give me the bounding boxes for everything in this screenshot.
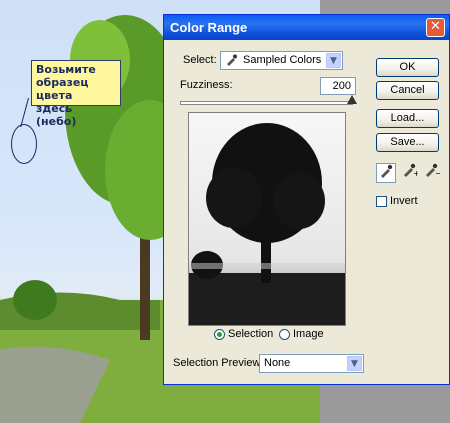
- note-line-2: образец цвета: [36, 76, 89, 102]
- fuzziness-label: Fuzziness:: [180, 79, 233, 91]
- fuzziness-slider-thumb[interactable]: [347, 95, 357, 104]
- svg-text:+: +: [413, 169, 418, 177]
- color-range-dialog: Color Range ✕ Select: Sampled Colors ▼ F…: [163, 14, 450, 385]
- cancel-button[interactable]: Cancel: [376, 81, 439, 100]
- eyedropper-plus-icon[interactable]: +: [400, 163, 420, 183]
- radio-selection-label: Selection: [228, 328, 274, 340]
- eyedropper-minus-icon[interactable]: −: [422, 163, 442, 183]
- radio-selection[interactable]: [214, 329, 225, 340]
- fuzziness-input[interactable]: 200: [320, 77, 356, 95]
- eyedropper-icon[interactable]: [376, 163, 396, 183]
- fuzziness-slider-track[interactable]: [180, 101, 353, 105]
- select-value: Sampled Colors: [243, 54, 322, 66]
- radio-image-label: Image: [293, 328, 324, 340]
- select-label: Select:: [183, 54, 217, 66]
- tooltip-note: Возьмите образец цвета здесь (небо): [31, 60, 121, 128]
- selection-preview-dropdown[interactable]: None ▼: [259, 354, 364, 373]
- close-icon: ✕: [430, 19, 441, 34]
- save-button[interactable]: Save...: [376, 133, 439, 152]
- close-button[interactable]: ✕: [426, 18, 445, 37]
- title-bar[interactable]: Color Range ✕: [164, 15, 449, 40]
- svg-text:−: −: [435, 169, 440, 177]
- note-line-3: здесь (небо): [36, 102, 77, 128]
- chevron-down-icon[interactable]: ▼: [326, 53, 341, 68]
- selection-preview-label: Selection Preview:: [173, 357, 264, 369]
- select-dropdown[interactable]: Sampled Colors ▼: [220, 51, 343, 70]
- radio-image[interactable]: [279, 329, 290, 340]
- note-line-1: Возьмите: [36, 63, 96, 76]
- load-button[interactable]: Load...: [376, 109, 439, 128]
- dialog-title: Color Range: [170, 20, 248, 35]
- selection-preview-image: [188, 112, 346, 326]
- invert-label: Invert: [390, 195, 418, 207]
- chevron-down-icon[interactable]: ▼: [347, 356, 362, 371]
- note-target-ellipse: [11, 124, 37, 164]
- invert-checkbox[interactable]: [376, 196, 387, 207]
- selection-preview-value: None: [264, 357, 291, 369]
- eyedropper-icon: [225, 54, 237, 69]
- ok-button[interactable]: OK: [376, 58, 439, 77]
